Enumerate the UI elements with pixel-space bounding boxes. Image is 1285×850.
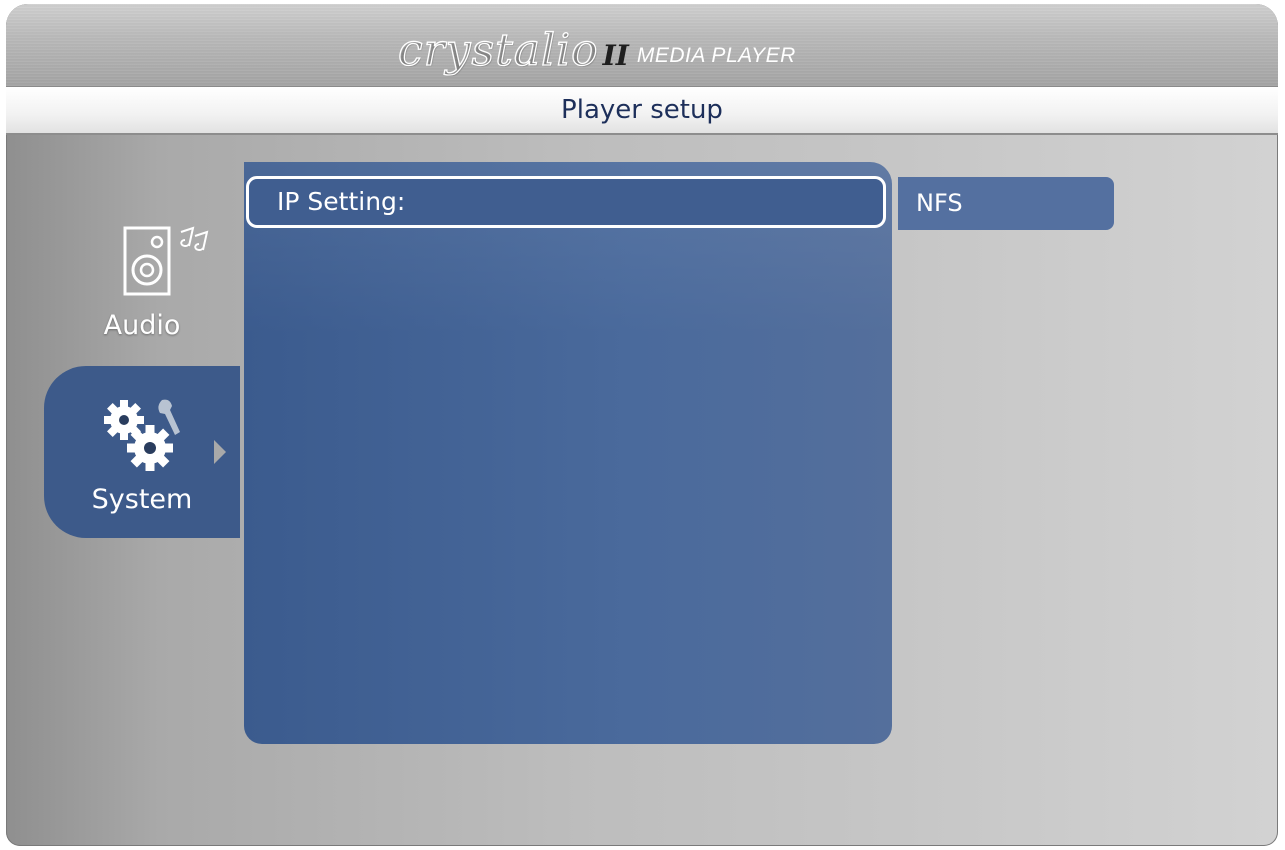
logo-numeral: II bbox=[602, 39, 629, 72]
sidebar-item-label: System bbox=[91, 484, 193, 515]
setting-value-ip[interactable]: NFS bbox=[898, 177, 1114, 230]
speaker-music-icon bbox=[123, 226, 233, 311]
setting-value-text: NFS bbox=[916, 189, 963, 217]
sidebar-item-label: Audio bbox=[103, 310, 181, 341]
brand-header: crystalio II MEDIA PLAYER bbox=[6, 4, 1278, 87]
chevron-right-icon bbox=[212, 438, 228, 471]
page-title: Player setup bbox=[561, 95, 723, 125]
sidebar-item-system[interactable]: System bbox=[44, 366, 240, 538]
settings-panel bbox=[244, 162, 892, 744]
title-bar: Player setup bbox=[6, 87, 1278, 135]
brand-logo: crystalio II MEDIA PLAYER bbox=[397, 16, 796, 76]
setting-row-ip[interactable]: IP Setting: bbox=[246, 176, 886, 228]
logo-subtitle: MEDIA PLAYER bbox=[636, 44, 796, 67]
logo-script: crystalio bbox=[397, 25, 599, 76]
player-window: crystalio II MEDIA PLAYER Player setup A… bbox=[6, 4, 1278, 846]
gears-wrench-icon bbox=[102, 396, 188, 481]
sidebar-item-audio[interactable]: Audio bbox=[44, 184, 240, 354]
setting-label: IP Setting: bbox=[277, 187, 406, 216]
